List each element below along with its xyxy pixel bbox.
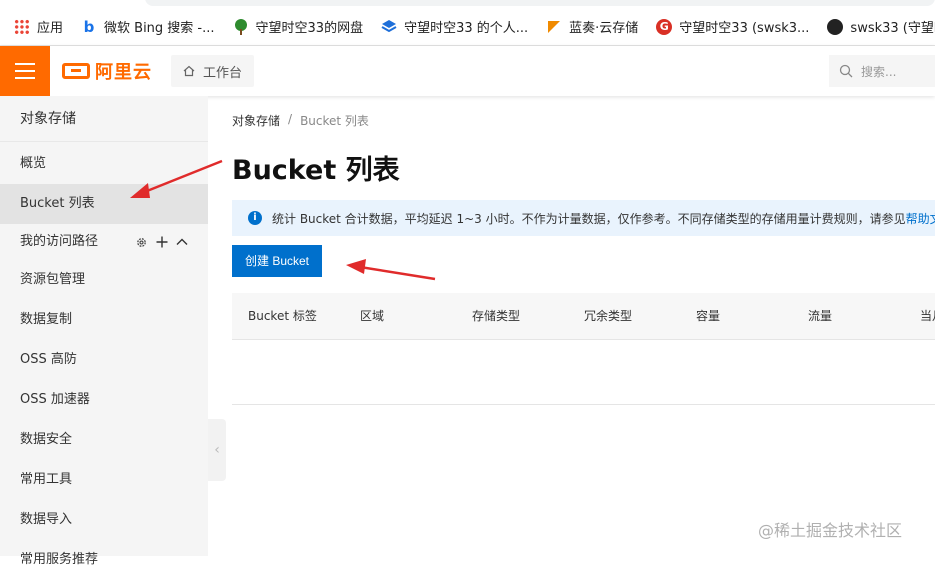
bing-icon: b xyxy=(83,17,95,36)
gear-icon[interactable] xyxy=(135,236,148,249)
sidebar-item-label: 常用工具 xyxy=(20,472,73,487)
bookmark-label: 守望时空33的网盘 xyxy=(255,21,364,36)
column-header[interactable]: 存储类型 xyxy=(472,293,520,340)
table-header: Bucket 标签 区域 存储类型 冗余类型 容量 流量 当月 xyxy=(232,293,935,340)
sidebar: 对象存储 概览 Bucket 列表 我的访问路径 资源包管理 数据复制 OSS … xyxy=(0,96,208,567)
create-bucket-button[interactable]: 创建 Bucket xyxy=(232,245,323,277)
breadcrumb-current: Bucket 列表 xyxy=(300,114,369,128)
bookmark-gitee[interactable]: G 守望时空33 (swsk3... xyxy=(656,17,809,36)
sidebar-item-overview[interactable]: 概览 xyxy=(0,144,208,184)
column-header[interactable]: 当月 xyxy=(920,293,935,340)
column-header[interactable]: 区域 xyxy=(360,293,384,340)
sidebar-item-label: 数据复制 xyxy=(20,312,73,327)
search-input[interactable]: 搜索... xyxy=(829,55,935,87)
logo-text: 阿里云 xyxy=(95,62,152,83)
bookmark-label: 守望时空33 (swsk3... xyxy=(679,21,810,36)
info-icon: i xyxy=(248,211,262,225)
sidebar-item-label: 概览 xyxy=(20,156,47,171)
menu-line xyxy=(15,77,35,79)
aliyun-logo[interactable]: 阿里云 xyxy=(62,60,152,83)
sidebar-item-label: OSS 高防 xyxy=(20,352,77,367)
bookmark-lanzou[interactable]: 蓝奏·云存储 xyxy=(546,17,638,36)
page-title: Bucket 列表 xyxy=(232,155,400,186)
bookmark-label: 应用 xyxy=(37,21,64,36)
sidebar-collapse-handle[interactable]: ‹ xyxy=(208,419,226,481)
bookmark-label: swsk33 (守望时空3... xyxy=(850,21,935,36)
sidebar-item-label: 常用服务推荐 xyxy=(20,552,99,567)
flag-icon xyxy=(546,19,562,35)
bookmark-label: 微软 Bing 搜索 -... xyxy=(104,21,215,36)
sidebar-item-label: 数据导入 xyxy=(20,512,73,527)
browser-toolbar xyxy=(0,0,935,8)
sidebar-item-label: 资源包管理 xyxy=(20,272,86,287)
help-doc-link[interactable]: 帮助文 xyxy=(906,210,935,227)
sidebar-item-bucket-list[interactable]: Bucket 列表 xyxy=(0,184,208,224)
breadcrumb-root[interactable]: 对象存储 xyxy=(232,112,280,129)
bookmarks-bar: 应用 b 微软 Bing 搜索 -... 守望时空33的网盘 守望时空33 的个… xyxy=(0,8,935,46)
breadcrumb: 对象存储 / Bucket 列表 xyxy=(232,112,369,129)
menu-line xyxy=(15,63,35,65)
chevron-left-icon: ‹ xyxy=(214,442,220,458)
sidebar-title: 对象存储 xyxy=(0,96,208,142)
workbench-label: 工作台 xyxy=(203,65,243,81)
aliyun-logo-icon xyxy=(62,63,90,79)
menu-line xyxy=(15,70,35,72)
column-header[interactable]: 冗余类型 xyxy=(584,293,632,340)
bookmark-label: 守望时空33 的个人... xyxy=(404,21,529,36)
watermark: @稀土掘金技术社区 xyxy=(758,521,903,540)
sidebar-item-data-import[interactable]: 数据导入 xyxy=(0,500,208,540)
sidebar-item-label: Bucket 列表 xyxy=(20,196,95,211)
plus-icon[interactable] xyxy=(156,236,168,248)
bookmark-github[interactable]: swsk33 (守望时空3... xyxy=(827,17,935,36)
column-header[interactable]: Bucket 标签 xyxy=(248,293,317,340)
bookmark-bing[interactable]: b 微软 Bing 搜索 -... xyxy=(81,17,215,37)
home-icon xyxy=(183,65,195,77)
apps-grid-icon xyxy=(14,18,30,35)
workbench-button[interactable]: 工作台 xyxy=(171,55,255,87)
search-placeholder: 搜索... xyxy=(861,64,897,79)
column-header[interactable]: 容量 xyxy=(696,293,720,340)
sidebar-item-data-replication[interactable]: 数据复制 xyxy=(0,300,208,340)
bookmark-apps[interactable]: 应用 xyxy=(14,17,63,36)
sidebar-item-data-security[interactable]: 数据安全 xyxy=(0,420,208,460)
github-icon xyxy=(827,18,844,35)
sidebar-item-label: 数据安全 xyxy=(20,432,73,447)
layers-icon xyxy=(381,19,397,35)
console-header: 阿里云 工作台 搜索... xyxy=(0,46,935,96)
main-content: 对象存储 / Bucket 列表 Bucket 列表 i 统计 Bucket 合… xyxy=(232,96,935,556)
sidebar-item-common-tools[interactable]: 常用工具 xyxy=(0,460,208,500)
sidebar-item-label: OSS 加速器 xyxy=(20,392,90,407)
sidebar-item-recommended-services[interactable]: 常用服务推荐 xyxy=(0,540,208,580)
column-header[interactable]: 流量 xyxy=(808,293,832,340)
sidebar-section-access-path: 我的访问路径 xyxy=(0,224,208,260)
sidebar-item-resource-pack[interactable]: 资源包管理 xyxy=(0,260,208,300)
tree-icon xyxy=(233,18,249,35)
hamburger-menu-button[interactable] xyxy=(0,46,50,96)
chevron-up-icon[interactable] xyxy=(176,236,188,248)
g-logo-icon: G xyxy=(656,18,673,35)
sidebar-item-oss-ddos[interactable]: OSS 高防 xyxy=(0,340,208,380)
info-notice: i 统计 Bucket 合计数据，平均延迟 1~3 小时。不作为计量数据，仅作参… xyxy=(232,200,935,236)
breadcrumb-separator: / xyxy=(288,112,293,126)
search-icon xyxy=(839,64,853,78)
table-body-empty xyxy=(232,340,935,405)
address-bar[interactable] xyxy=(145,0,935,6)
notice-text: 统计 Bucket 合计数据，平均延迟 1~3 小时。不作为计量数据，仅作参考。… xyxy=(272,211,906,226)
sidebar-section-label: 我的访问路径 xyxy=(20,234,99,249)
bookmark-personal[interactable]: 守望时空33 的个人... xyxy=(381,17,528,36)
bookmark-netdisk[interactable]: 守望时空33的网盘 xyxy=(233,17,364,36)
sidebar-item-oss-accelerator[interactable]: OSS 加速器 xyxy=(0,380,208,420)
bookmark-label: 蓝奏·云存储 xyxy=(569,21,639,36)
